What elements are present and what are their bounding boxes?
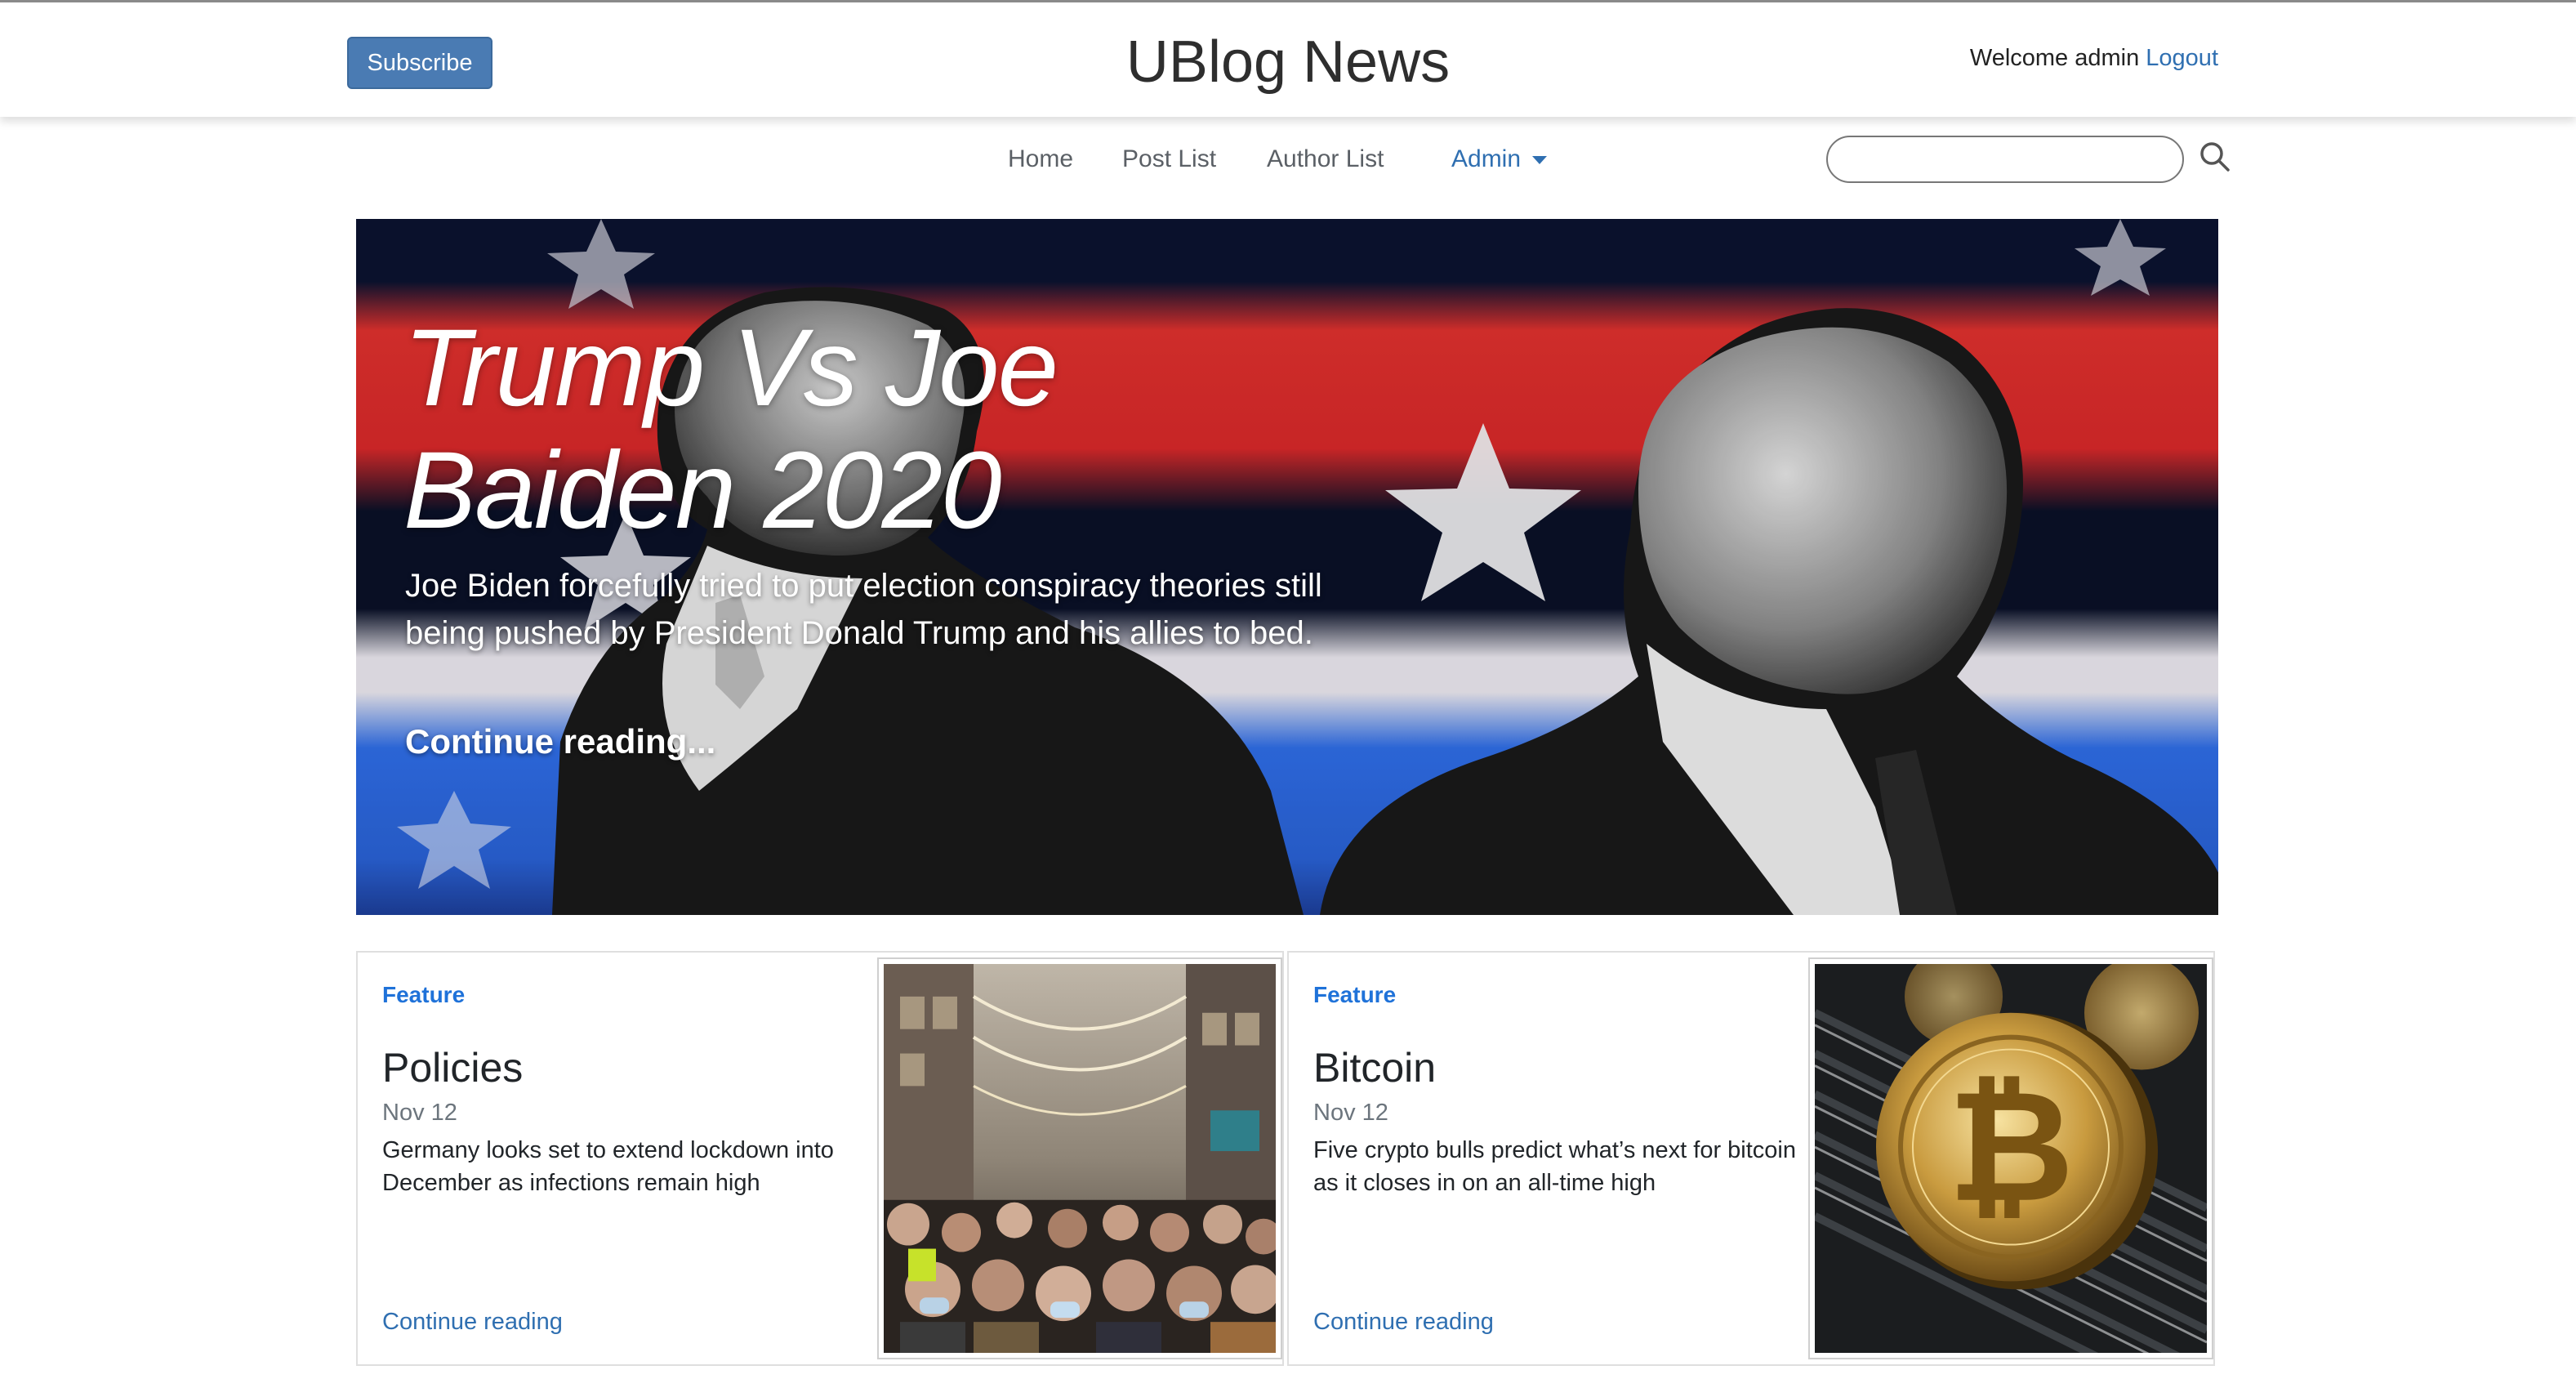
hero-continue-reading-link[interactable]: Continue reading... [405, 722, 715, 761]
bitcoin-coin-photo: ₿ [1815, 964, 2207, 1353]
nav-item-admin-label: Admin [1451, 145, 1522, 172]
card-excerpt: Five crypto bulls predict what’s next fo… [1313, 1137, 1797, 1196]
search-input[interactable] [1826, 136, 2184, 183]
user-greeting: Welcome admin Logout [1970, 45, 2218, 72]
card-title[interactable]: Policies [382, 1044, 523, 1091]
caret-down-icon [1532, 156, 1548, 165]
card-title[interactable]: Bitcoin [1313, 1044, 1436, 1091]
nav-item-author-list[interactable]: Author List [1267, 145, 1384, 173]
top-header: Subscribe UBlog News Welcome admin Logou… [0, 0, 2576, 117]
hero-title[interactable]: Trump Vs Joe Baiden 2020 [403, 307, 1139, 552]
card-image: ₿ [1808, 957, 2213, 1359]
card-excerpt: Germany looks set to extend lockdown int… [382, 1137, 834, 1196]
search-button[interactable] [2197, 139, 2233, 175]
hero-banner[interactable]: Trump Vs Joe Baiden 2020 Joe Biden force… [356, 219, 2218, 915]
card-continue-reading-link[interactable]: Continue reading [382, 1309, 563, 1336]
card-image [877, 957, 1282, 1359]
post-card: Feature Policies Nov 12 Germany looks se… [356, 951, 1284, 1366]
svg-text:₿: ₿ [1948, 1056, 2075, 1237]
post-card: Feature Bitcoin Nov 12 Five crypto bulls… [1287, 951, 2215, 1366]
nav-item-admin-dropdown[interactable]: Admin [1451, 145, 1548, 173]
card-category: Feature [382, 982, 466, 1007]
search-icon [2200, 142, 2230, 172]
card-continue-reading-link[interactable]: Continue reading [1313, 1309, 1494, 1336]
logout-link[interactable]: Logout [2146, 45, 2218, 71]
nav-item-post-list[interactable]: Post List [1122, 145, 1216, 173]
card-date: Nov 12 [1313, 1100, 1388, 1126]
hero-excerpt: Joe Biden forcefully tried to put electi… [405, 568, 1322, 651]
crowd-street-photo [884, 964, 1276, 1353]
card-date: Nov 12 [382, 1100, 457, 1126]
nav-item-home[interactable]: Home [1008, 145, 1073, 173]
card-category: Feature [1313, 982, 1397, 1007]
welcome-text: Welcome admin [1969, 45, 2140, 71]
